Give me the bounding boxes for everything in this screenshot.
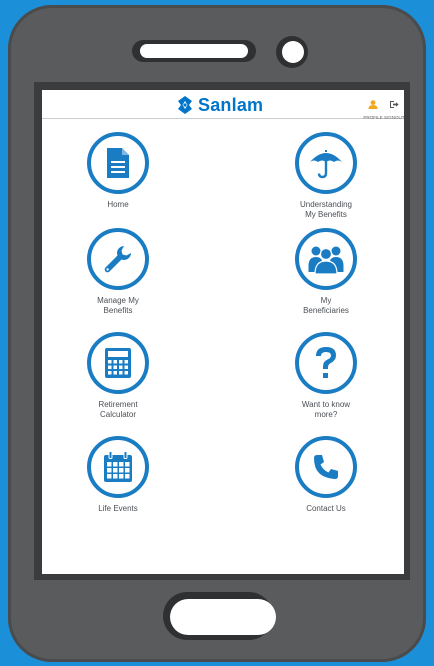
app-header: Sanlam PROFILE SIGNOUT [42,90,404,120]
user-icon [368,100,378,109]
tile-question-circle [295,332,357,394]
tile-calculator-label: Retirement Calculator [98,400,138,419]
profile-label: PROFILE [363,115,383,120]
tile-manage-label: Manage My Benefits [97,296,139,315]
tile-home[interactable]: Home [58,132,178,210]
tile-manage-my-benefits[interactable]: Manage My Benefits [58,228,178,316]
brand-name: Sanlam [198,94,264,115]
tile-question-label: Want to know more? [301,400,351,419]
signout-label: SIGNOUT [384,115,404,120]
tile-beneficiaries-circle [295,228,357,290]
profile-button[interactable]: PROFILE [363,96,383,120]
tile-calculator-circle [87,332,149,394]
sanlam-shield-icon [178,96,192,114]
tile-want-to-know-more[interactable]: Want to know more? [266,332,386,420]
tile-home-label: Home [107,200,129,209]
umbrella-icon [310,150,342,179]
tile-beneficiaries-label: My Beneficiaries [303,296,349,315]
signout-button[interactable]: SIGNOUT [384,96,404,120]
tile-home-circle [87,132,149,194]
tile-life-events-label: Life Events [98,504,138,513]
calendar-icon [104,451,132,482]
wrench-icon [104,246,131,273]
tile-contact-circle [295,436,357,498]
calculator-icon [105,348,131,378]
app-screen: Sanlam PROFILE SIGNOUT Home Understandin… [42,90,404,574]
tile-my-beneficiaries[interactable]: My Beneficiaries [266,228,386,316]
document-icon [107,148,129,178]
tile-contact-us[interactable]: Contact Us [266,436,386,514]
group-icon [308,246,344,274]
question-icon [316,347,336,378]
signout-icon [390,101,399,108]
phone-camera-lens [282,41,304,63]
tile-manage-circle [87,228,149,290]
home-button[interactable] [170,599,276,635]
tile-understanding-circle [295,132,357,194]
tile-contact-label: Contact Us [306,504,346,513]
phone-icon [314,455,338,479]
tile-retirement-calculator[interactable]: Retirement Calculator [58,332,178,420]
phone-speaker-slot [140,44,248,58]
sanlam-logo[interactable]: Sanlam [176,94,263,116]
tile-understanding-label: Understanding My Benefits [299,200,353,219]
tile-life-events[interactable]: Life Events [58,436,178,514]
tile-life-events-circle [87,436,149,498]
tile-understanding-my-benefits[interactable]: Understanding My Benefits [266,132,386,220]
